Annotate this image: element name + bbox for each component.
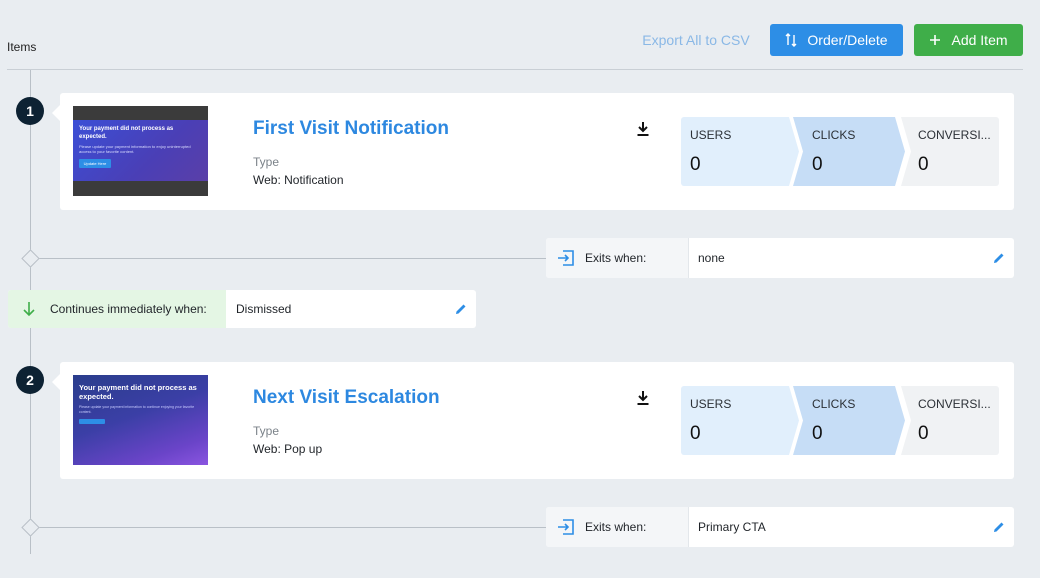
section-title: Items bbox=[7, 40, 37, 54]
item-card[interactable]: Your payment did not process as expected… bbox=[52, 362, 1014, 479]
stat-value: 0 bbox=[812, 423, 823, 444]
step-badge: 2 bbox=[16, 366, 44, 394]
stat-users: USERS 0 bbox=[681, 386, 799, 455]
exit-value: Primary CTA bbox=[698, 520, 766, 534]
step-badge: 1 bbox=[16, 97, 44, 125]
stat-label: CLICKS bbox=[812, 128, 856, 142]
exit-label: Exits when: bbox=[585, 520, 647, 534]
add-item-button[interactable]: Add Item bbox=[914, 24, 1023, 56]
stat-label: USERS bbox=[690, 397, 732, 411]
arrow-down-icon bbox=[23, 302, 35, 317]
item-card[interactable]: Your payment did not process as expected… bbox=[52, 93, 1014, 210]
exit-icon bbox=[558, 250, 574, 266]
plus-icon bbox=[930, 35, 941, 45]
exit-connector bbox=[31, 258, 546, 259]
pencil-icon[interactable] bbox=[993, 521, 1005, 533]
type-label: Type bbox=[253, 155, 280, 169]
item-name-link[interactable]: First Visit Notification bbox=[253, 118, 449, 140]
stat-label: USERS bbox=[690, 128, 732, 142]
stat-value: 0 bbox=[812, 154, 823, 175]
order-delete-label: Order/Delete bbox=[807, 32, 888, 48]
download-icon[interactable] bbox=[636, 121, 650, 137]
sort-arrows-icon bbox=[785, 33, 797, 47]
header-divider bbox=[7, 69, 1023, 70]
type-label: Type bbox=[253, 424, 280, 438]
stat-users: USERS 0 bbox=[681, 117, 799, 186]
continue-label: Continues immediately when: bbox=[50, 302, 207, 316]
exit-condition: Exits when: none bbox=[546, 238, 1014, 278]
stat-label: CLICKS bbox=[812, 397, 856, 411]
stat-value: 0 bbox=[690, 154, 701, 175]
stat-clicks: CLICKS 0 bbox=[793, 386, 905, 455]
exit-label: Exits when: bbox=[585, 251, 647, 265]
items-header: Items Export All to CSV Order/Delete Add… bbox=[0, 0, 1040, 70]
exit-value: none bbox=[698, 251, 725, 265]
item-name-link[interactable]: Next Visit Escalation bbox=[253, 387, 440, 409]
order-delete-button[interactable]: Order/Delete bbox=[770, 24, 903, 56]
stat-conversions: CONVERSI... 0 bbox=[901, 117, 999, 186]
stat-value: 0 bbox=[690, 423, 701, 444]
item-thumbnail[interactable]: Your payment did not process as expected… bbox=[73, 375, 208, 465]
exit-node bbox=[21, 518, 40, 537]
type-value: Web: Notification bbox=[253, 173, 344, 187]
exit-condition: Exits when: Primary CTA bbox=[546, 507, 1014, 547]
stats-funnel: USERS 0 CLICKS 0 CONVERSI... 0 bbox=[681, 386, 999, 455]
type-value: Web: Pop up bbox=[253, 442, 323, 456]
download-icon[interactable] bbox=[636, 390, 650, 406]
add-item-label: Add Item bbox=[951, 32, 1008, 48]
stat-clicks: CLICKS 0 bbox=[793, 117, 905, 186]
pencil-icon[interactable] bbox=[993, 252, 1005, 264]
thumbnail-headline: Your payment did not process as expected… bbox=[79, 126, 174, 140]
thumbnail-body: Please update your payment information t… bbox=[79, 405, 195, 414]
thumbnail-button: Update Here bbox=[79, 159, 111, 168]
thumbnail-button bbox=[79, 419, 105, 424]
stat-conversions: CONVERSI... 0 bbox=[901, 386, 999, 455]
exit-icon bbox=[558, 519, 574, 535]
stat-label: CONVERSI... bbox=[918, 397, 991, 411]
thumbnail-body: Please update your payment information t… bbox=[79, 144, 191, 154]
thumbnail-headline: Your payment did not process as expected… bbox=[79, 383, 197, 401]
stat-value: 0 bbox=[918, 154, 929, 175]
exit-connector bbox=[31, 527, 546, 528]
item-thumbnail[interactable]: Your payment did not process as expected… bbox=[73, 106, 208, 196]
stats-funnel: USERS 0 CLICKS 0 CONVERSI... 0 bbox=[681, 117, 999, 186]
export-csv-button[interactable]: Export All to CSV bbox=[636, 24, 756, 56]
pencil-icon[interactable] bbox=[455, 303, 467, 315]
continue-condition: Continues immediately when: Dismissed bbox=[8, 290, 476, 328]
stat-value: 0 bbox=[918, 423, 929, 444]
stat-label: CONVERSI... bbox=[918, 128, 991, 142]
exit-node bbox=[21, 249, 40, 268]
continue-value: Dismissed bbox=[236, 302, 292, 316]
